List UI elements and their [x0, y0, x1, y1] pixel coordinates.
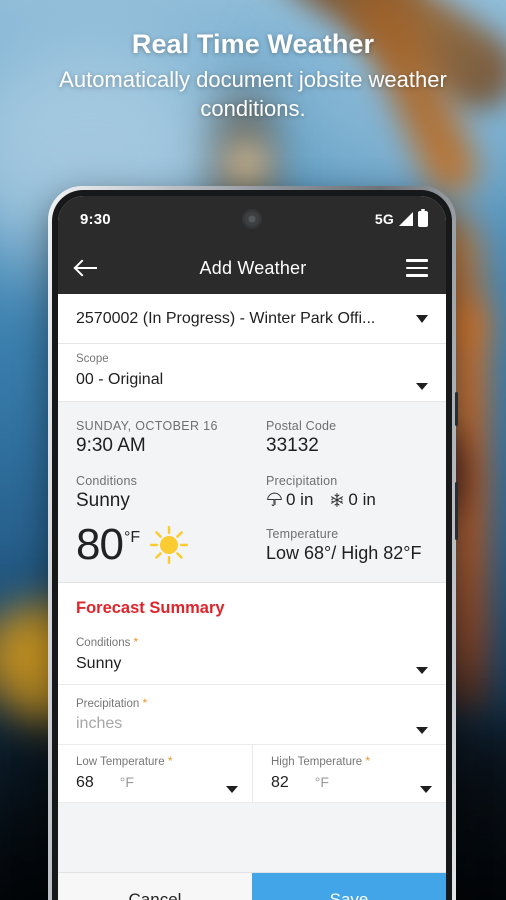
weather-row-datetime: SUNDAY, OCTOBER 16 9:30 AM Postal Code 3… — [58, 419, 446, 457]
weather-time-value: 9:30 AM — [76, 434, 146, 456]
forecast-precipitation-value: inches — [76, 715, 123, 733]
high-temperature-label: High Temperature * — [271, 754, 371, 769]
network-type-label: 5G — [374, 211, 394, 227]
chevron-down-icon[interactable] — [416, 727, 428, 735]
app-bar: Add Weather — [58, 242, 446, 294]
temperature-range-block: Temperature Low 68°/ High 82°F — [252, 527, 428, 564]
current-weather-panel: SUNDAY, OCTOBER 16 9:30 AM Postal Code 3… — [58, 400, 446, 583]
power-button[interactable] — [455, 482, 458, 540]
snow-amount: 0 in — [329, 489, 376, 510]
required-marker: * — [142, 695, 148, 710]
form-action-bar: Cancel Save — [58, 872, 446, 900]
status-bar: 9:30 5G — [58, 196, 446, 242]
phone-bezel: 9:30 5G Add Weather 2570002 (In Progress… — [52, 190, 452, 900]
forecast-temperature-row: Low Temperature * 68 °F High Temperature… — [58, 745, 446, 804]
promo-headline: Real Time Weather Automatically document… — [0, 28, 506, 123]
high-temperature-unit: °F — [314, 774, 329, 791]
forecast-summary-heading: Forecast Summary — [58, 582, 446, 618]
weather-datetime-block: SUNDAY, OCTOBER 16 9:30 AM — [76, 419, 252, 457]
signal-bars-icon — [399, 211, 413, 226]
weather-precipitation-block: Precipitation 0 in 0 in — [252, 474, 428, 512]
umbrella-icon — [267, 492, 282, 507]
low-temperature-label: Low Temperature * — [76, 754, 173, 769]
phone-mockup: 9:30 5G Add Weather 2570002 (In Progress… — [48, 186, 458, 900]
status-time: 9:30 — [80, 210, 111, 228]
low-temperature-value-group: 68 °F — [76, 773, 216, 793]
required-marker: * — [167, 754, 173, 769]
snow-amount-value: 0 in — [348, 489, 376, 509]
promo-title: Real Time Weather — [131, 29, 375, 59]
scope-label: Scope — [76, 353, 109, 365]
current-temperature-unit: °F — [123, 528, 141, 546]
postal-code-label: Postal Code — [266, 418, 337, 433]
postal-code-value: 33132 — [266, 434, 319, 456]
forecast-high-temperature-field[interactable]: High Temperature * 82 °F — [252, 745, 446, 803]
chevron-down-icon[interactable] — [226, 786, 238, 794]
promo-subtitle: Automatically document jobsite weather c… — [59, 67, 447, 122]
weather-row-conditions: Conditions Sunny Precipitation 0 in 0 in — [58, 474, 446, 512]
tower-light-glow — [225, 140, 269, 188]
promo-screenshot: Real Time Weather Automatically document… — [0, 0, 506, 900]
chevron-down-icon[interactable] — [416, 382, 428, 390]
temperature-range-value: Low 68°/ High 82°F — [266, 543, 422, 564]
high-temperature-value: 82 — [271, 774, 289, 792]
scope-selector[interactable]: Scope 00 - Original — [58, 344, 446, 401]
save-button[interactable]: Save — [252, 873, 446, 900]
page-title: Add Weather — [199, 257, 307, 278]
form-body: 2570002 (In Progress) - Winter Park Offi… — [58, 294, 446, 872]
weather-conditions-block: Conditions Sunny — [76, 474, 252, 512]
current-temperature-block: 80 °F — [76, 519, 252, 569]
weather-date-label: SUNDAY, OCTOBER 16 — [76, 418, 218, 433]
chevron-down-icon[interactable] — [420, 786, 432, 794]
battery-full-icon — [418, 209, 428, 227]
volume-button[interactable] — [455, 392, 458, 426]
chevron-down-icon[interactable] — [416, 315, 428, 323]
status-indicators: 5G — [374, 209, 428, 227]
sun-icon — [146, 522, 192, 568]
project-selector[interactable]: 2570002 (In Progress) - Winter Park Offi… — [58, 294, 446, 344]
snowflake-icon — [331, 492, 344, 507]
high-temperature-value-group: 82 °F — [271, 773, 410, 793]
weather-row-temperature: 80 °F Temperature Low 68°/ High 82°F — [58, 519, 446, 569]
required-marker: * — [365, 754, 371, 769]
cancel-button[interactable]: Cancel — [58, 873, 252, 900]
rain-amount-value: 0 in — [286, 489, 314, 509]
scope-value: 00 - Original — [76, 370, 164, 388]
low-temperature-value: 68 — [76, 774, 94, 792]
forecast-precipitation-field[interactable]: Precipitation * inches — [58, 684, 446, 746]
forecast-conditions-field[interactable]: Conditions * Sunny — [58, 617, 446, 685]
forecast-conditions-value: Sunny — [76, 654, 122, 672]
required-marker: * — [133, 634, 139, 649]
weather-postal-block: Postal Code 33132 — [252, 419, 428, 457]
precipitation-values: 0 in 0 in — [266, 490, 428, 510]
conditions-label: Conditions — [76, 473, 138, 488]
hamburger-menu-icon[interactable] — [406, 259, 428, 277]
forecast-precipitation-label: Precipitation * — [76, 695, 148, 710]
forecast-conditions-label: Conditions * — [76, 634, 139, 649]
rain-amount: 0 in — [266, 490, 313, 510]
forecast-low-temperature-field[interactable]: Low Temperature * 68 °F — [58, 745, 252, 802]
current-temperature-value: 80 — [76, 519, 124, 569]
form-spacer — [58, 803, 446, 872]
conditions-value: Sunny — [76, 489, 130, 511]
phone-screen: 9:30 5G Add Weather 2570002 (In Progress… — [58, 196, 446, 900]
temperature-label: Temperature — [266, 527, 339, 542]
chevron-down-icon[interactable] — [416, 666, 428, 674]
low-temperature-unit: °F — [119, 774, 134, 791]
front-camera-icon — [244, 211, 260, 227]
project-selector-value: 2570002 (In Progress) - Winter Park Offi… — [76, 310, 376, 327]
back-arrow-icon[interactable] — [74, 255, 100, 281]
precipitation-label: Precipitation — [266, 473, 338, 488]
